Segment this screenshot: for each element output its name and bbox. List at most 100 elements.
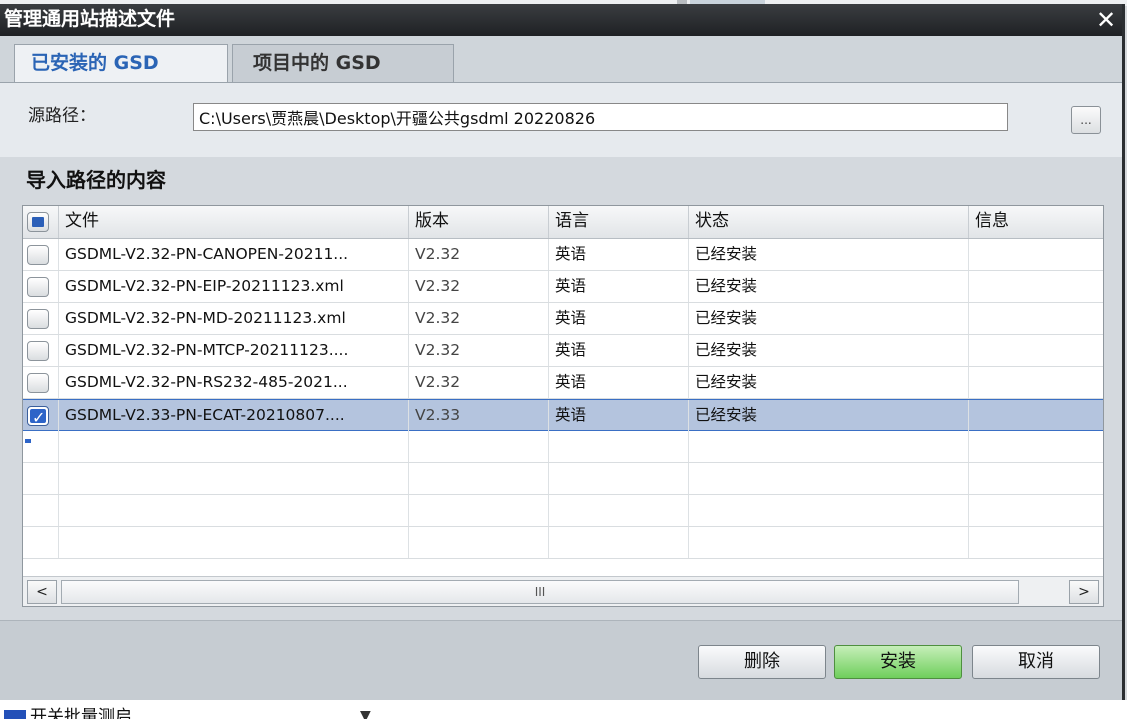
cell-checkbox [23,431,59,462]
cell-file: GSDML-V2.32-PN-MTCP-20211123.... [59,335,409,366]
cell-file [59,495,409,526]
cell-status [689,431,969,462]
dropdown-arrow-icon: ▼ [360,708,371,719]
focus-marker [25,439,31,443]
cell-status [689,495,969,526]
manage-gsd-dialog: 管理通用站描述文件 ✕ 已安装的 GSD 项目中的 GSD 源路径： ... 导… [0,4,1125,701]
column-header-version[interactable]: 版本 [409,206,549,238]
cell-checkbox [23,335,59,366]
title-bar[interactable]: 管理通用站描述文件 ✕ [0,4,1122,36]
source-path-panel: 源路径： ... [0,83,1122,157]
row-checkbox[interactable] [27,373,49,393]
empty-table-row [23,463,1103,495]
cell-checkbox: ✓ [23,400,59,431]
cell-language: 英语 [549,400,689,431]
source-path-input[interactable] [193,103,1008,131]
column-header-info[interactable]: 信息 [969,206,1103,238]
table-row[interactable]: ✓ GSDML-V2.33-PN-ECAT-20210807.... V2.33 英语… [23,399,1103,431]
cell-version: V2.32 [409,367,549,398]
cell-file: GSDML-V2.32-PN-CANOPEN-20211... [59,239,409,270]
cell-checkbox [23,239,59,270]
cell-version [409,495,549,526]
cell-checkbox [23,527,59,558]
cell-info [969,400,1103,431]
cell-language: 英语 [549,367,689,398]
network-icon [4,710,26,719]
empty-table-row [23,495,1103,527]
cell-status: 已经安装 [689,239,969,270]
browse-button[interactable]: ... [1071,106,1101,134]
cell-version [409,527,549,558]
table-row[interactable]: GSDML-V2.32-PN-EIP-20211123.xml V2.32 英语 已经… [23,271,1103,303]
tab-installed-gsd[interactable]: 已安装的 GSD [14,44,228,82]
scroll-right-button[interactable]: > [1069,580,1099,604]
cell-checkbox [23,303,59,334]
cell-info [969,495,1103,526]
empty-table-row [23,527,1103,559]
tab-project-gsd[interactable]: 项目中的 GSD [232,44,454,82]
row-checkbox[interactable] [27,309,49,329]
select-all-checkbox[interactable] [27,212,49,232]
column-header-file[interactable]: 文件 [59,206,409,238]
cell-info [969,431,1103,462]
cell-language [549,495,689,526]
dialog-title: 管理通用站描述文件 [4,8,176,30]
cell-status: 已经安装 [689,335,969,366]
cell-file [59,463,409,494]
horizontal-scrollbar[interactable]: < III > [23,576,1103,606]
table-row[interactable]: GSDML-V2.32-PN-MD-20211123.xml V2.32 英语 已经安… [23,303,1103,335]
cell-file: GSDML-V2.32-PN-MD-20211123.xml [59,303,409,334]
scroll-thumb[interactable]: III [61,580,1019,604]
gsd-file-table: 文件 版本 语言 状态 信息 GSDML-V2.32-PN-CANOPEN-20… [22,205,1104,607]
select-all-cell [23,206,59,238]
cell-version: V2.33 [409,400,549,431]
cell-info [969,367,1103,398]
delete-button[interactable]: 删除 [698,645,826,679]
section-title: 导入路径的内容 [26,168,166,192]
cell-file [59,431,409,462]
row-checkbox[interactable] [27,341,49,361]
column-header-language[interactable]: 语言 [549,206,689,238]
install-button[interactable]: 安装 [834,645,962,679]
table-row[interactable]: GSDML-V2.32-PN-MTCP-20211123.... V2.32 英语已… [23,335,1103,367]
empty-table-row [23,431,1103,463]
check-icon: ✓ [32,408,46,427]
table-row[interactable]: GSDML-V2.32-PN-CANOPEN-20211... V2.32 英语 已经… [23,239,1103,271]
cell-status: 已经安装 [689,271,969,302]
cell-version [409,431,549,462]
cell-info [969,527,1103,558]
cell-language: 英语 [549,335,689,366]
cell-info [969,303,1103,334]
cell-file: GSDML-V2.33-PN-ECAT-20210807.... [59,400,409,431]
cell-language [549,431,689,462]
row-checkbox[interactable] [27,245,49,265]
cell-info [969,335,1103,366]
cell-language [549,463,689,494]
cancel-button[interactable]: 取消 [972,645,1100,679]
cell-checkbox [23,271,59,302]
cell-version [409,463,549,494]
cell-status [689,527,969,558]
cell-info [969,463,1103,494]
cell-status: 已经安装 [689,303,969,334]
tab-strip: 已安装的 GSD 项目中的 GSD [0,36,1122,83]
cell-file [59,527,409,558]
cell-version: V2.32 [409,303,549,334]
background-window-bottom: 开关批量测启 ▼ [0,700,1127,719]
cell-status: 已经安装 [689,400,969,431]
cell-checkbox [23,463,59,494]
column-header-status[interactable]: 状态 [689,206,969,238]
cell-language: 英语 [549,271,689,302]
close-icon[interactable]: ✕ [1092,6,1120,34]
row-checkbox[interactable] [27,277,49,297]
row-checkbox[interactable]: ✓ [27,406,49,427]
table-header: 文件 版本 语言 状态 信息 [23,206,1103,239]
cell-language: 英语 [549,303,689,334]
scroll-left-button[interactable]: < [27,580,57,604]
cell-checkbox [23,495,59,526]
cell-status: 已经安装 [689,367,969,398]
cell-file: GSDML-V2.32-PN-EIP-20211123.xml [59,271,409,302]
cell-info [969,271,1103,302]
table-row[interactable]: GSDML-V2.32-PN-RS232-485-2021... V2.32 英语已… [23,367,1103,399]
cell-version: V2.32 [409,239,549,270]
